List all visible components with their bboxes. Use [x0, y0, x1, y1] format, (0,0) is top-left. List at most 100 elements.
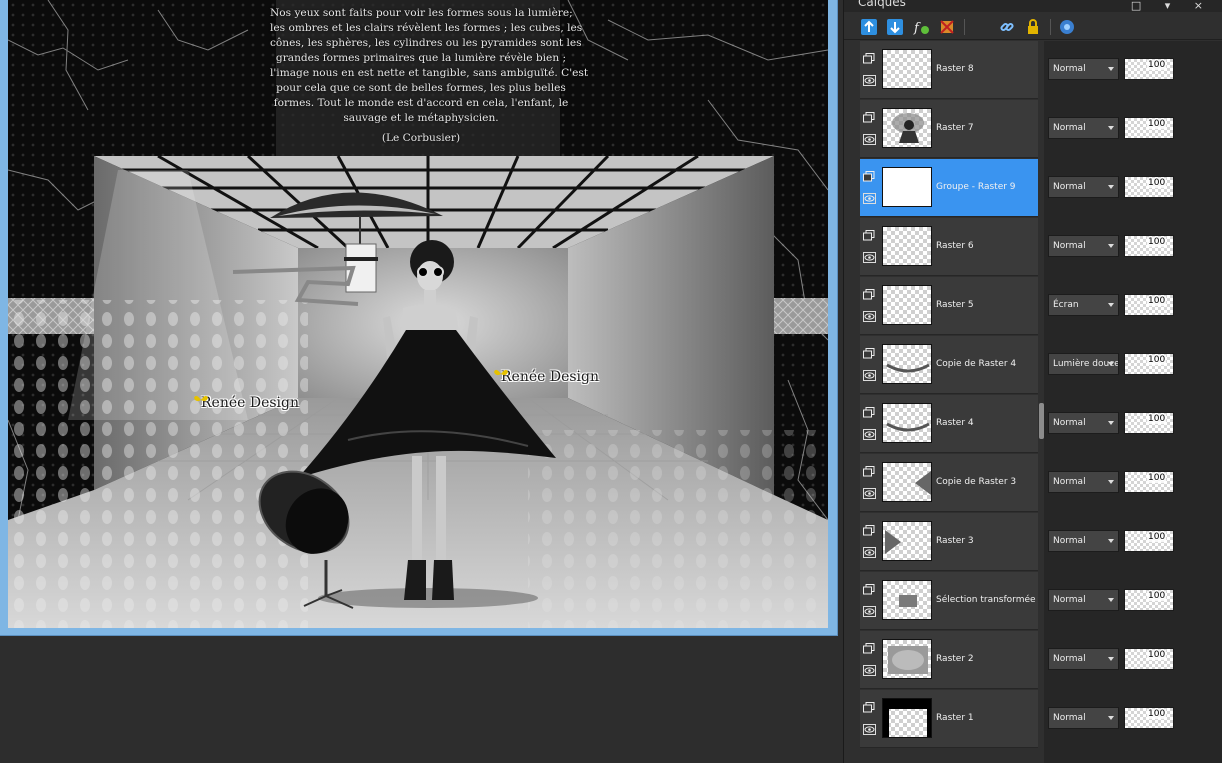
visibility-eye-icon[interactable] [863, 75, 876, 86]
watermark-text: Renée Design [501, 369, 600, 385]
layer-thumbnail [882, 580, 932, 620]
visibility-eye-icon[interactable] [863, 311, 876, 322]
layers-toolbar: f [844, 12, 1222, 40]
opacity-field[interactable]: 100 [1124, 648, 1174, 670]
layer-thumbnail [882, 285, 932, 325]
chevron-down-icon [1108, 362, 1114, 366]
blend-mode-dropdown[interactable]: Normal [1048, 176, 1119, 198]
blend-mode-value: Normal [1053, 64, 1086, 74]
visibility-eye-icon[interactable] [863, 370, 876, 381]
toolbar-separator [964, 19, 965, 35]
layer-type-icon[interactable] [863, 702, 875, 713]
layer-row[interactable]: Raster 7 [860, 100, 1038, 158]
layer-type-icon[interactable] [863, 348, 875, 359]
document-window: Nos yeux sont faits pour voir les formes… [0, 0, 838, 636]
layer-type-icon[interactable] [863, 112, 875, 123]
layer-blend-row: Normal 100 [1044, 100, 1222, 158]
chevron-down-icon [1108, 539, 1114, 543]
blend-mode-value: Normal [1053, 595, 1086, 605]
layer-thumbnail [882, 167, 932, 207]
opacity-field[interactable]: 100 [1124, 117, 1174, 139]
view-options-icon[interactable] [1058, 18, 1076, 36]
visibility-eye-icon[interactable] [863, 252, 876, 263]
blend-mode-dropdown[interactable]: Normal [1048, 117, 1119, 139]
opacity-field[interactable]: 100 [1124, 589, 1174, 611]
layer-row[interactable]: Raster 6 [860, 218, 1038, 276]
delete-layer-icon[interactable] [938, 18, 956, 36]
layer-blend-row: Normal 100 [1044, 513, 1222, 571]
opacity-field[interactable]: 100 [1124, 294, 1174, 316]
layer-thumbnail [882, 639, 932, 679]
blend-mode-dropdown[interactable]: Normal [1048, 412, 1119, 434]
panel-title: Calques [858, 0, 906, 9]
blend-mode-value: Normal [1053, 477, 1086, 487]
layer-type-icon[interactable] [863, 171, 875, 182]
blend-mode-value: Écran [1053, 300, 1079, 310]
chevron-down-icon [1108, 185, 1114, 189]
layer-type-icon[interactable] [863, 230, 875, 241]
layer-type-icon[interactable] [863, 407, 875, 418]
opacity-field[interactable]: 100 [1124, 353, 1174, 375]
visibility-eye-icon[interactable] [863, 606, 876, 617]
layer-row[interactable]: Raster 8 [860, 41, 1038, 99]
blend-mode-dropdown[interactable]: Normal [1048, 530, 1119, 552]
layer-row[interactable]: Raster 3 [860, 513, 1038, 571]
opacity-field[interactable]: 100 [1124, 412, 1174, 434]
layer-row[interactable]: Raster 5 [860, 277, 1038, 335]
layer-row[interactable]: Raster 2 [860, 631, 1038, 689]
opacity-field[interactable]: 100 [1124, 235, 1174, 257]
layer-row[interactable]: Raster 4 [860, 395, 1038, 453]
visibility-eye-icon[interactable] [863, 488, 876, 499]
visibility-eye-icon[interactable] [863, 547, 876, 558]
blend-mode-dropdown[interactable]: Normal [1048, 589, 1119, 611]
blend-mode-dropdown[interactable]: Normal [1048, 707, 1119, 729]
blend-mode-dropdown[interactable]: Normal [1048, 235, 1119, 257]
visibility-eye-icon[interactable] [863, 665, 876, 676]
butterfly-icon [494, 369, 508, 376]
opacity-field[interactable]: 100 [1124, 707, 1174, 729]
visibility-eye-icon[interactable] [863, 134, 876, 145]
visibility-eye-icon[interactable] [863, 724, 876, 735]
layer-type-icon[interactable] [863, 584, 875, 595]
layer-type-icon[interactable] [863, 525, 875, 536]
butterfly-icon [194, 395, 208, 402]
chevron-down-icon [1108, 421, 1114, 425]
visibility-eye-icon[interactable] [863, 193, 876, 204]
blend-mode-dropdown[interactable]: Lumière douce [1048, 353, 1119, 375]
lock-icon[interactable] [1024, 18, 1042, 36]
opacity-field[interactable]: 100 [1124, 58, 1174, 80]
opacity-value: 100 [1147, 473, 1167, 483]
layer-row[interactable]: Copie de Raster 3 [860, 454, 1038, 512]
layer-name: Raster 2 [936, 654, 974, 664]
blend-mode-value: Normal [1053, 182, 1086, 192]
visibility-eye-icon[interactable] [863, 429, 876, 440]
image-canvas[interactable]: Nos yeux sont faits pour voir les formes… [8, 0, 828, 628]
merge-down-icon[interactable] [886, 18, 904, 36]
layer-type-icon[interactable] [863, 643, 875, 654]
layer-type-icon[interactable] [863, 53, 875, 64]
blend-mode-dropdown[interactable]: Normal [1048, 58, 1119, 80]
new-layer-icon[interactable] [860, 18, 878, 36]
opacity-field[interactable]: 100 [1124, 530, 1174, 552]
panel-window-controls[interactable]: □ ▾ × [1131, 0, 1213, 12]
layer-row[interactable]: Sélection transformée [860, 572, 1038, 630]
blend-mode-dropdown[interactable]: Normal [1048, 471, 1119, 493]
layer-row[interactable]: Copie de Raster 4 [860, 336, 1038, 394]
opacity-field[interactable]: 100 [1124, 471, 1174, 493]
opacity-field[interactable]: 100 [1124, 176, 1174, 198]
layer-row[interactable]: Raster 1 [860, 690, 1038, 748]
blend-mode-dropdown[interactable]: Écran [1048, 294, 1119, 316]
layer-blend-row: Normal 100 [1044, 395, 1222, 453]
layer-row[interactable]: Groupe - Raster 9 [860, 159, 1038, 217]
workspace-background [0, 637, 843, 763]
quote-line: formes. Tout le monde est d'accord en ce… [273, 97, 569, 109]
layer-style-icon[interactable]: f [912, 18, 930, 36]
layer-type-icon[interactable] [863, 289, 875, 300]
layer-name: Sélection transformée [936, 595, 1036, 605]
layer-type-icon[interactable] [863, 466, 875, 477]
watermark-left: Renée Design [194, 395, 299, 411]
quote-line: Nos yeux sont faits pour voir les formes… [270, 7, 573, 19]
link-icon[interactable] [998, 18, 1016, 36]
layer-blend-row: Écran 100 [1044, 277, 1222, 335]
blend-mode-dropdown[interactable]: Normal [1048, 648, 1119, 670]
